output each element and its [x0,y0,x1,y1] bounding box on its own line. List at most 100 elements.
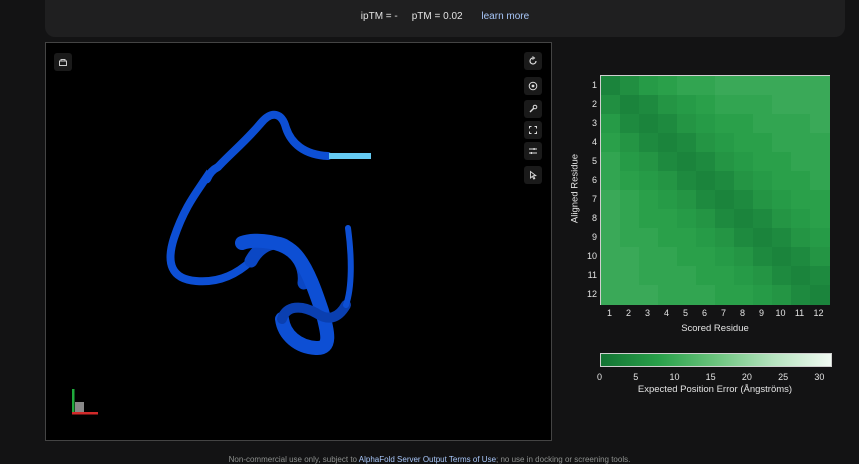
pae-cell [734,228,754,248]
pae-cell [658,95,678,115]
pae-cell [734,133,754,153]
pae-cell [639,76,659,96]
pae-cell [810,76,830,96]
y-tick-label: 2 [591,98,597,109]
pae-cell [696,228,716,248]
spin-icon[interactable] [524,77,542,95]
x-tick-label: 3 [644,308,650,318]
pae-cell [810,114,830,134]
footer-disclaimer: Non-commercial use only, subject to Alph… [0,455,859,464]
pae-cell [677,171,697,191]
terms-link[interactable]: AlphaFold Server Output Terms of Use [359,455,496,464]
pae-cell [753,190,773,210]
y-tick-label: 8 [591,212,597,223]
settings-sliders-icon[interactable] [524,142,542,160]
pae-cell [715,152,735,172]
y-axis-title: Aligned Residue [569,153,581,224]
x-tick-label: 5 [682,308,688,318]
pae-cell [715,133,735,153]
colorbar-tick: 25 [778,372,789,382]
colorbar-tick: 5 [633,372,639,382]
learn-more-link[interactable]: learn more [481,11,529,22]
pae-cell [601,152,621,172]
pae-colorbar [600,353,832,367]
pae-cell [753,95,773,115]
pae-cell [753,76,773,96]
pae-cell [658,266,678,286]
pae-cell [620,114,640,134]
pae-cell [772,266,792,286]
pae-cell [601,171,621,191]
pae-cell [601,209,621,229]
pae-cell [734,95,754,115]
pae-cell [601,133,621,153]
y-tick-label: 9 [591,231,597,242]
pae-cell [696,95,716,115]
pae-cell [620,152,640,172]
footer-suffix: ; no use in docking or screening tools. [496,455,631,464]
pae-cell [753,114,773,134]
ptm-value: pTM = 0.02 [411,11,463,22]
pae-cell [620,266,640,286]
pae-cell [677,247,697,267]
pae-cell [791,190,811,210]
pae-cell [753,266,773,286]
pae-cell [601,95,621,115]
pae-cell [734,209,754,229]
colorbar-tick: 20 [741,372,752,382]
pae-cell [658,247,678,267]
pae-cell [696,247,716,267]
metrics-bar: ipTM = - pTM = 0.02 learn more [45,0,845,37]
pae-cell [696,114,716,134]
pointer-icon[interactable] [524,166,542,184]
pae-cell [696,152,716,172]
pae-cell [772,247,792,267]
pae-cell [639,114,659,134]
pae-cell [734,114,754,134]
metrics-row: ipTM = - pTM = 0.02 learn more [45,11,845,22]
pae-cell [791,114,811,134]
wrench-icon[interactable] [524,100,542,118]
y-tick-label: 1 [591,79,597,90]
pae-cell [677,76,697,96]
pae-cell [658,114,678,134]
pae-cell [791,209,811,229]
pae-cell [677,133,697,153]
pae-cell [791,285,811,305]
pae-cell [734,266,754,286]
pae-cell [677,228,697,248]
pae-cell [810,171,830,191]
y-tick-label: 10 [586,250,597,261]
y-tick-label: 4 [591,136,597,147]
pae-cell [791,266,811,286]
pae-cell [601,247,621,267]
x-tick-label: 10 [775,308,786,318]
orientation-axes [72,389,98,415]
pae-cell [810,209,830,229]
pae-cell [810,285,830,305]
pae-cell [639,152,659,172]
x-tick-label: 9 [758,308,764,318]
y-tick-label: 6 [591,174,597,185]
pae-cell [639,228,659,248]
pae-cell [658,76,678,96]
pae-cell [810,247,830,267]
pae-cell [620,247,640,267]
pae-heatmap[interactable] [600,75,830,305]
fullscreen-icon[interactable] [524,121,542,139]
pae-cell [696,76,716,96]
pae-cell [810,266,830,286]
pae-cell [639,171,659,191]
x-tick-label: 12 [813,308,824,318]
pae-cell [601,114,621,134]
pae-cell [791,95,811,115]
pae-cell [772,133,792,153]
colorbar-title: Expected Position Error (Ångströms) [637,384,793,395]
pae-cell [791,133,811,153]
download-icon[interactable] [54,53,72,71]
pae-cell [772,171,792,191]
reset-icon[interactable] [524,52,542,70]
structure-viewer[interactable] [45,42,552,441]
pae-cell [677,285,697,305]
pae-cell [734,76,754,96]
